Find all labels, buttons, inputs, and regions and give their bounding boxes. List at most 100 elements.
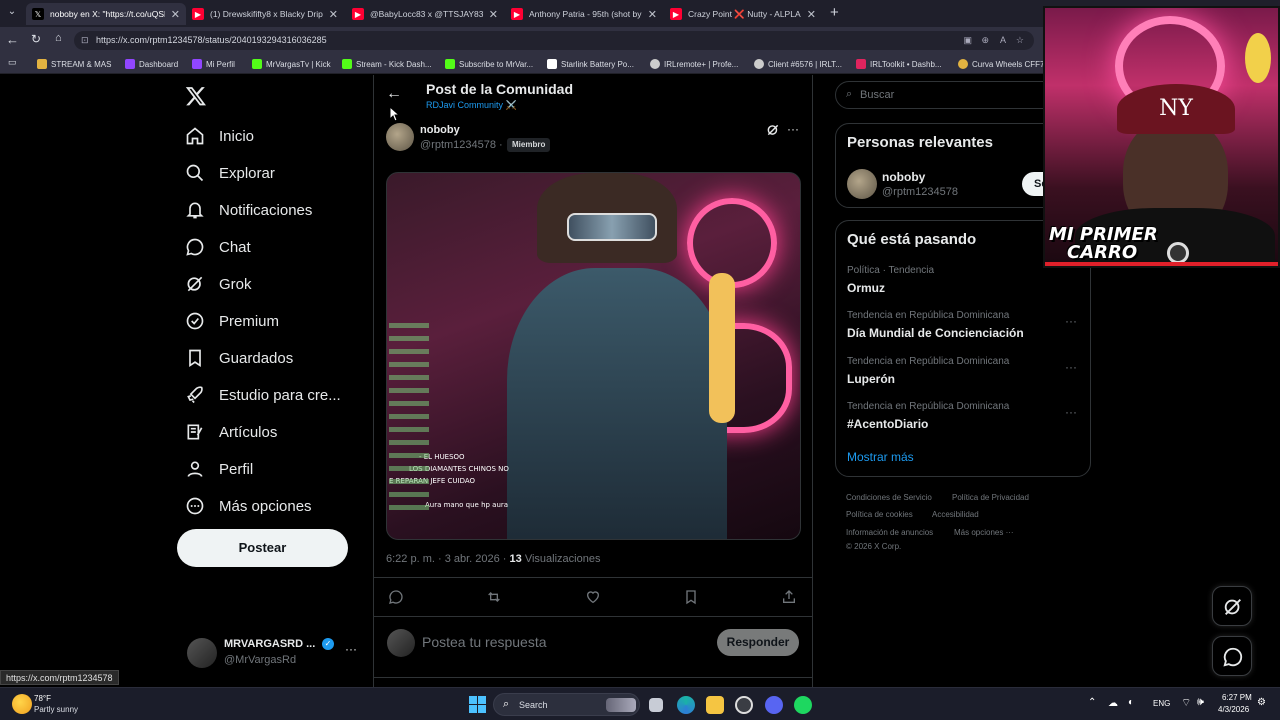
trend-item[interactable]: Tendencia en República Dominicana #Acent… [847,401,1083,431]
more-dots-icon[interactable]: ··· [345,642,357,656]
tab[interactable]: ▶ Crazy Point ❌ Nutty - ALPLAX 💅 ✕ [664,3,822,25]
nav-articulos[interactable]: Artículos [185,422,277,442]
file-explorer-icon[interactable] [706,696,724,714]
nav-inicio[interactable]: Inicio [185,126,254,146]
close-icon[interactable]: ✕ [329,8,338,21]
post-button[interactable]: Postear [177,529,348,567]
more-dots-icon[interactable]: ··· [1065,360,1077,374]
edge-browser-icon[interactable] [677,696,695,714]
nav-chat[interactable]: Chat [185,237,251,257]
close-icon[interactable]: ✕ [648,8,657,21]
taskbar-search[interactable]: ⌕ Search [493,693,640,716]
tab-active[interactable]: 𝕏 noboby en X: "https://t.co/uQSEA ✕ [26,3,186,25]
messages-float-button[interactable] [1212,636,1252,676]
tab[interactable]: ▶ @BabyLocc83 x @TTSJAY83 x @ti ✕ [346,3,504,25]
back-arrow-icon[interactable]: ← [386,85,402,103]
discord-icon[interactable] [765,696,783,714]
more-dots-icon[interactable]: ··· [787,122,799,136]
author-name[interactable]: noboby [420,124,460,136]
footer-link-privacy[interactable]: Política de Privacidad [952,493,1029,502]
footer-link-terms[interactable]: Condiciones de Servicio [846,493,932,502]
close-icon[interactable]: ✕ [171,8,180,21]
clock-time[interactable]: 6:27 PM [1222,693,1252,702]
trend-item[interactable]: Tendencia en República Dominicana Día Mu… [847,310,1083,340]
bookmark-item[interactable]: Stream - Kick Dash... [342,57,432,71]
nav-perfil[interactable]: Perfil [185,459,253,479]
bookmark-item[interactable]: Curva Wheels CFF76 [958,57,1049,71]
post-timestamp[interactable]: 6:22 p. m. · 3 abr. 2026 · 13 Visualizac… [386,553,600,565]
share-icon[interactable] [781,589,797,610]
zoom-icon[interactable]: ⊕ [981,31,989,50]
url-field[interactable]: ⊡ https://x.com/rptm1234578/status/20401… [74,31,1034,50]
relevant-name[interactable]: noboby [882,170,925,184]
repost-icon[interactable] [486,589,502,610]
task-view-icon[interactable] [649,698,663,712]
tab[interactable]: ▶ (1) Drewskififty8 x Blacky Drippy x ✕ [186,3,344,25]
reload-icon[interactable]: ↻ [31,32,41,46]
bookmark-item[interactable]: Client #6576 | IRLT... [754,57,842,71]
reply-button[interactable]: Responder [717,629,799,656]
bookmark-item[interactable]: IRLToolkit • Dashb... [856,57,942,71]
relevant-handle[interactable]: @rptm1234578 [882,186,958,198]
footer-link-ads[interactable]: Información de anuncios [846,528,933,537]
author-handle[interactable]: @rptm1234578 [420,139,496,151]
nav-guardados[interactable]: Guardados [185,348,293,368]
obs-icon[interactable] [735,696,753,714]
bookmark-item[interactable]: Dashboard [125,57,178,71]
read-aloud-icon[interactable]: A [1000,31,1006,50]
back-arrow-icon[interactable]: ← [6,32,19,47]
reply-icon[interactable] [388,589,404,610]
new-tab-button[interactable]: + [830,4,839,21]
close-icon[interactable]: ✕ [807,8,816,21]
onedrive-icon[interactable]: ☁ [1108,698,1118,709]
like-heart-icon[interactable] [585,589,601,610]
extension-icon[interactable]: ▣ [963,31,972,50]
bookmark-icon[interactable] [683,589,699,610]
chevron-up-icon[interactable]: ⌃ [1088,697,1096,708]
home-icon[interactable]: ⌂ [55,32,62,44]
clock-date[interactable]: 4/3/2026 [1218,705,1249,714]
network-icon[interactable]: ◐ [1128,697,1134,708]
nav-grok[interactable]: Grok [185,274,252,294]
volume-icon[interactable]: 🕪 [1197,696,1204,709]
nav-notificaciones[interactable]: Notificaciones [185,200,312,220]
notification-icon[interactable]: ⚙ [1257,697,1266,708]
close-icon[interactable]: ✕ [489,8,498,21]
grok-float-button[interactable] [1212,586,1252,626]
reply-input[interactable]: Postea tu respuesta [422,634,702,650]
nav-explorar[interactable]: Explorar [185,163,275,183]
avatar[interactable] [847,169,877,199]
windows-start-icon[interactable] [469,696,486,713]
site-info-icon[interactable]: ⊡ [81,31,89,50]
bookmark-item[interactable]: MrVargasTv | Kick [252,57,331,71]
reading-view-icon[interactable]: ▭ [8,57,17,68]
post-video[interactable]: - EL HUESOO LOS DIAMANTES CHINOS NO E RE… [386,172,801,540]
nav-mas-opciones[interactable]: Más opciones [185,496,312,516]
footer-link-accessibility[interactable]: Accesibilidad [932,510,979,519]
show-more-link[interactable]: Mostrar más [847,450,914,464]
tab-list-menu-button[interactable]: ⌄ [5,6,19,20]
more-dots-icon[interactable]: ··· [1065,405,1077,419]
footer-link-cookies[interactable]: Política de cookies [846,510,913,519]
favorite-star-icon[interactable]: ☆ [1016,31,1024,50]
bookmark-item[interactable]: Mi Perfil [192,57,235,71]
more-dots-icon[interactable]: ··· [1065,314,1077,328]
bookmark-item[interactable]: IRLremote+ | Profe... [650,57,738,71]
tab[interactable]: ▶ Anthony Patria - 95th (shot by KLC ✕ [505,3,663,25]
trend-item[interactable]: Política · Tendencia Ormuz [847,265,1083,295]
author-avatar[interactable] [386,123,414,151]
x-logo-icon[interactable] [185,85,209,109]
weather-icon[interactable] [12,694,32,714]
bookmark-item[interactable]: Subscribe to MrVar... [445,57,533,71]
nav-premium[interactable]: Premium [185,311,279,331]
community-link[interactable]: RDJavi Community ⚔️ [426,100,517,111]
footer-link-more[interactable]: Más opciones ··· [954,528,1014,537]
bookmark-item[interactable]: STREAM & MAS [37,57,111,71]
spotify-icon[interactable] [794,696,812,714]
language-indicator[interactable]: ENG [1153,699,1170,708]
nav-estudio[interactable]: Estudio para cre... [185,385,341,405]
account-switcher[interactable]: MRVARGASRD ... ✓ @MrVargasRd ··· [185,635,360,671]
bookmark-item[interactable]: Starlink Battery Po... [547,57,634,71]
weather-temp[interactable]: 78°F [34,694,51,703]
weather-desc[interactable]: Partly sunny [34,705,78,714]
